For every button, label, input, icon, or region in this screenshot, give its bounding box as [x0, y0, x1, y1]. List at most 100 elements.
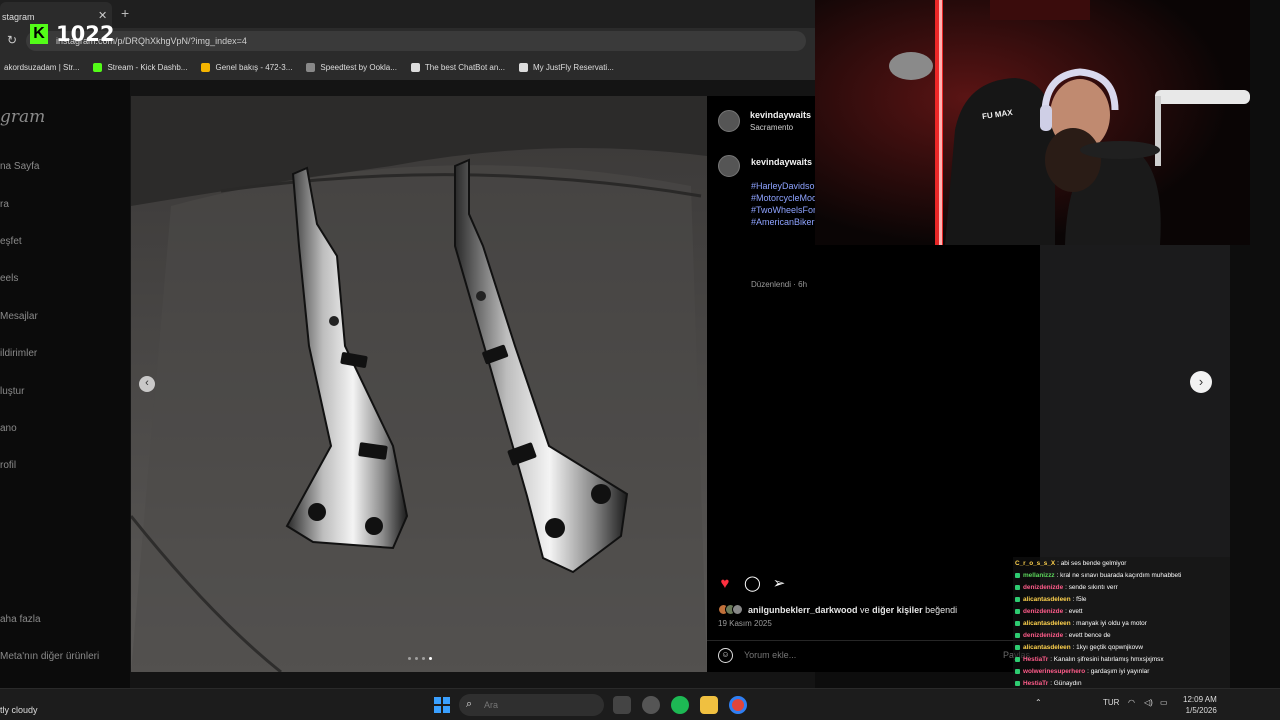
bookmark-item[interactable]: The best ChatBot an...: [410, 62, 505, 72]
chat-badge-icon: [1015, 585, 1020, 590]
chat-username[interactable]: denizdenizde: [1023, 584, 1063, 591]
edited-label: Düzenlendi · 6h: [751, 280, 808, 289]
nav-search[interactable]: ra: [0, 199, 9, 210]
taskbar-search-input[interactable]: [484, 700, 584, 710]
nav-explore[interactable]: eşfet: [0, 236, 22, 247]
chat-username[interactable]: alicantasdeleen: [1023, 644, 1071, 651]
carousel-dot-active: [429, 657, 432, 660]
taskbar-search[interactable]: ⌕: [459, 694, 604, 716]
author-avatar[interactable]: [718, 110, 740, 132]
share-icon[interactable]: ➢: [771, 576, 787, 592]
nav-more[interactable]: aha fazla: [0, 614, 41, 625]
carousel-dot: [408, 657, 411, 660]
bookmark-label: My JustFly Reservati...: [532, 62, 614, 72]
language-indicator[interactable]: TUR: [1103, 698, 1119, 707]
nav-reels[interactable]: eels: [0, 273, 18, 284]
close-icon[interactable]: ✕: [98, 9, 107, 22]
chat-text: Kanalın şifresini hatırlamış hmxsjxjmsx: [1053, 656, 1164, 663]
carousel-dot: [422, 657, 425, 660]
nav-create[interactable]: luştur: [0, 386, 24, 397]
bookmark-item[interactable]: Stream - Kick Dashb...: [93, 62, 187, 72]
comment-icon[interactable]: ◯: [744, 576, 761, 592]
comment-input[interactable]: [744, 650, 944, 660]
chat-username[interactable]: mellanizzz: [1023, 572, 1055, 579]
kick-viewer-overlay: K 1022: [30, 22, 114, 46]
emoji-icon[interactable]: ☺: [718, 648, 733, 663]
taskbar-clock[interactable]: 12:09 AM 1/5/2026: [1183, 694, 1217, 716]
chat-text: 1kyı geçtik qopwnjkovw: [1076, 644, 1143, 651]
chat-badge-icon: [1015, 609, 1020, 614]
chat-username[interactable]: C_r_o_s_s_X: [1015, 560, 1055, 567]
weather-widget[interactable]: tly cloudy: [0, 705, 38, 715]
chat-text: abi ses bende gelmiyor: [1060, 560, 1127, 567]
chat-message: HestiaTr: Günaydın: [1015, 680, 1082, 687]
nav-dashboard[interactable]: ano: [0, 423, 17, 434]
bookmark-item[interactable]: My JustFly Reservati...: [518, 62, 614, 72]
likes-summary: anilgunbeklerr_darkwood ve diğer kişiler…: [718, 604, 957, 615]
like-heart-icon[interactable]: ♥: [717, 576, 733, 592]
stream-chat-overlay: C_r_o_s_s_X: abi ses bende gelmiyor mella…: [1013, 557, 1230, 700]
browser-tabstrip: stagram ✕ +: [0, 0, 815, 28]
chat-username[interactable]: wolwerinesuperhero: [1023, 668, 1085, 675]
game-app-icon[interactable]: [642, 696, 660, 714]
url-field[interactable]: instagram.com/p/DRQhXkhgVpN/?img_index=4: [26, 31, 806, 51]
instagram-sidebar: gram na Sayfa ra eşfet eels Mesajlar ild…: [0, 80, 130, 688]
chat-text: manyak iyi oldu ya motor: [1076, 620, 1147, 627]
chat-username[interactable]: alicantasdeleen: [1023, 620, 1071, 627]
chat-username[interactable]: denizdenizde: [1023, 608, 1063, 615]
author-username[interactable]: kevindaywaits: [750, 110, 811, 120]
chat-text: Günaydın: [1053, 680, 1082, 687]
carousel-next-button[interactable]: ›: [1190, 371, 1212, 393]
chat-message: C_r_o_s_s_X: abi ses bende gelmiyor: [1015, 560, 1126, 567]
battery-icon[interactable]: ▭: [1160, 698, 1168, 707]
chat-message: denizdenizde: evett bence de: [1015, 632, 1111, 639]
caption-username[interactable]: kevindaywaits: [751, 157, 812, 167]
post-location[interactable]: Sacramento: [750, 123, 793, 132]
volume-icon[interactable]: ◁): [1144, 698, 1153, 707]
chat-message: alicantasdeleen: manyak iyi oldu ya moto…: [1015, 620, 1147, 627]
chat-text: kral ne sınavı buarada kaçırdım muhabbet…: [1060, 572, 1182, 579]
bookmark-favicon-icon: [201, 62, 211, 72]
chat-badge-icon: [1015, 669, 1020, 674]
likes-suffix: beğendi: [925, 604, 958, 615]
file-explorer-icon[interactable]: [700, 696, 718, 714]
chat-message: alicantasdeleen: f5le: [1015, 596, 1086, 603]
carousel-dots: [408, 657, 432, 660]
carousel-prev-button[interactable]: ‹: [139, 376, 155, 392]
nav-home[interactable]: na Sayfa: [0, 161, 39, 172]
chat-message: denizdenizde: evett: [1015, 608, 1083, 615]
tray-chevron-icon[interactable]: ⌃: [1035, 698, 1042, 707]
chat-badge-icon: [1015, 681, 1020, 686]
chat-username[interactable]: denizdenizde: [1023, 632, 1063, 639]
chat-username[interactable]: HestiaTr: [1023, 656, 1048, 663]
chat-badge-icon: [1015, 657, 1020, 662]
nav-profile[interactable]: rofil: [0, 460, 16, 471]
windows-taskbar: tly cloudy ⌕ ⌃ TUR ◠ ◁) ▭ 12:09 AM 1/5/2…: [0, 688, 1280, 720]
post-photo: [131, 96, 707, 672]
nav-notifications[interactable]: ildirimler: [0, 348, 37, 359]
caption-avatar[interactable]: [718, 155, 740, 177]
bookmark-favicon-icon: [306, 62, 316, 72]
chrome-icon[interactable]: [729, 696, 747, 714]
task-view-icon[interactable]: [613, 696, 631, 714]
liker-username[interactable]: anilgunbeklerr_darkwood: [748, 605, 858, 615]
chat-text: evett: [1068, 608, 1083, 615]
bookmark-item[interactable]: akordsuzadam | Str...: [4, 63, 79, 72]
chat-username[interactable]: alicantasdeleen: [1023, 596, 1071, 603]
bookmark-item[interactable]: Genel bakış - 472-3...: [201, 62, 292, 72]
likes-others-link[interactable]: diğer kişiler: [872, 605, 923, 615]
carousel-dot: [415, 657, 418, 660]
nav-messages[interactable]: Mesajlar: [0, 311, 38, 322]
new-tab-icon[interactable]: +: [121, 5, 129, 21]
nav-meta-products[interactable]: Meta'nın diğer ürünleri: [0, 651, 99, 662]
instagram-logo[interactable]: gram: [0, 107, 45, 127]
reload-icon[interactable]: ↻: [7, 33, 17, 47]
spotify-icon[interactable]: [671, 696, 689, 714]
windows-start-icon[interactable]: [434, 697, 450, 713]
wifi-icon[interactable]: ◠: [1128, 698, 1135, 707]
bookmark-item[interactable]: Speedtest by Ookla...: [306, 62, 397, 72]
chat-message: mellanizzz: kral ne sınavı buarada kaçır…: [1015, 572, 1181, 579]
chat-username[interactable]: HestiaTr: [1023, 680, 1048, 687]
chat-text: gardaşım iyi yayınlar: [1090, 668, 1150, 675]
bookmarks-bar: akordsuzadam | Str... Stream - Kick Dashb…: [0, 54, 815, 80]
